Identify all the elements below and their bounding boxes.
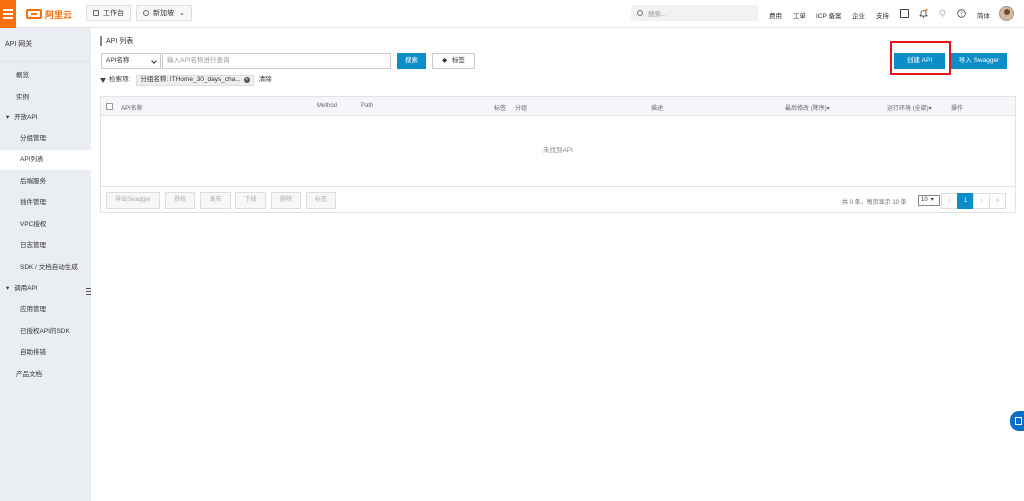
lightbulb-icon[interactable]: [938, 9, 947, 18]
bell-icon[interactable]: [919, 9, 928, 18]
publish-button[interactable]: 发布: [200, 192, 231, 209]
chevron-down-icon: ⌄: [179, 10, 185, 17]
col-group: 分组: [515, 106, 528, 112]
nav-icp[interactable]: ICP 备案: [816, 10, 842, 20]
page-title: API 列表: [100, 36, 133, 46]
sidebar-item-plugins[interactable]: 插件管理: [0, 193, 91, 213]
select-all-checkbox[interactable]: [106, 103, 113, 110]
pager-prev[interactable]: ‹: [941, 193, 958, 209]
offline-button[interactable]: 下线: [235, 192, 266, 209]
table-footer: 导出Swagger 授权 发布 下线 删除 标签 共 0 条，每页显示 10 条…: [101, 186, 1015, 212]
tag-bulk-button[interactable]: 标签: [306, 192, 336, 209]
screen-icon[interactable]: [900, 9, 909, 18]
chevron-down-icon: ▾: [930, 197, 934, 203]
tag-icon: ◆: [442, 57, 448, 64]
sidebar-item-vpc[interactable]: VPC授权: [0, 215, 91, 235]
svg-text:?: ?: [960, 12, 963, 18]
logo-mark-icon: [26, 9, 42, 19]
floating-help-button[interactable]: [1010, 411, 1024, 431]
col-tag: 标签: [494, 106, 507, 112]
sidebar-item-troubleshoot[interactable]: 自助排错: [0, 343, 91, 363]
col-api-name: API名称: [121, 106, 143, 112]
caret-down-icon: ▾: [6, 285, 10, 292]
nav-enterprise[interactable]: 企业: [852, 10, 865, 20]
empty-state: 未找到API: [543, 147, 573, 154]
sidebar-item-backend[interactable]: 后端服务: [0, 172, 91, 192]
export-swagger-button[interactable]: 导出Swagger: [106, 192, 160, 209]
highlight-box: [890, 41, 951, 75]
sidebar-item-logs[interactable]: 日志管理: [0, 236, 91, 256]
home-icon: [93, 10, 99, 16]
api-search-input[interactable]: 输入API名称进行查询: [162, 53, 391, 69]
col-env[interactable]: 运行环境 (全部)▾: [887, 103, 932, 112]
sidebar-group-open-api[interactable]: ▾ 开放API: [0, 108, 91, 128]
caret-down-icon: ▾: [6, 114, 10, 121]
nav-ticket[interactable]: 工单: [793, 10, 806, 20]
filter-icon: [100, 77, 106, 83]
tag-button[interactable]: ◆ 标签: [432, 53, 475, 69]
filter-row: 检索项: 分组名称: ITHome_30_days_cha... × 清除: [100, 74, 272, 86]
page-size-select[interactable]: 10 ▾: [918, 195, 940, 206]
sidebar-item-authorized-sdk[interactable]: 已授权API的SDK: [0, 322, 91, 342]
region-selector[interactable]: 新加坡 ⌄: [136, 5, 192, 21]
avatar[interactable]: [999, 6, 1014, 21]
sidebar-item-group-mgmt[interactable]: 分组管理: [0, 129, 91, 149]
sidebar-title: API 网关: [0, 28, 91, 62]
sidebar-item-overview[interactable]: 概览: [0, 66, 91, 86]
col-description: 描述: [651, 106, 664, 112]
filter-chip[interactable]: 分组名称: ITHome_30_days_cha... ×: [136, 74, 254, 86]
nav-support[interactable]: 支持: [876, 10, 889, 20]
pager-page-1[interactable]: 1: [957, 193, 974, 209]
col-last-modified[interactable]: 最后修改 (降序)▾: [785, 103, 830, 112]
workbench-button[interactable]: 工作台: [86, 5, 131, 21]
pager-last[interactable]: »: [989, 193, 1006, 209]
clear-filter-link[interactable]: 清除: [259, 74, 272, 86]
sidebar-item-docs[interactable]: 产品文档: [0, 365, 91, 385]
main-content: API 列表 API名称 输入API名称进行查询 搜索 ◆ 标签 创建 API …: [91, 28, 1024, 501]
location-icon: [143, 10, 149, 16]
chevron-down-icon: [151, 58, 157, 64]
authorize-button[interactable]: 授权: [165, 192, 195, 209]
caret-down-icon: ▾: [928, 106, 932, 112]
sidebar: API 网关 概览 实例 ▾ 开放API 分组管理 API列表 后端服务 插件管…: [0, 28, 91, 501]
top-navbar: 阿里云 工作台 新加坡 ⌄ 搜索... 费用 工单 ICP 备案 企业 支持 ?…: [0, 0, 1024, 28]
search-icon: [637, 10, 643, 16]
sidebar-item-sdk-docs[interactable]: SDK / 文档自动生成: [0, 258, 91, 278]
nav-billing[interactable]: 费用: [769, 10, 782, 20]
delete-button[interactable]: 删除: [271, 192, 301, 209]
help-icon[interactable]: ?: [957, 9, 966, 18]
api-table: API名称 Method Path 标签 分组 描述 最后修改 (降序)▾ 运行…: [100, 96, 1016, 213]
table-header: API名称 Method Path 标签 分组 描述 最后修改 (降序)▾ 运行…: [101, 97, 1015, 116]
close-icon[interactable]: ×: [243, 77, 250, 83]
search-button[interactable]: 搜索: [397, 53, 426, 69]
sidebar-item-apps[interactable]: 应用管理: [0, 300, 91, 320]
sidebar-item-api-list[interactable]: API列表: [0, 150, 91, 170]
top-search-input[interactable]: 搜索...: [631, 5, 758, 21]
pager-next[interactable]: ›: [973, 193, 990, 209]
import-swagger-button[interactable]: 导入 Swagger: [951, 53, 1007, 69]
pager-info: 共 0 条，每页显示 10 条: [842, 200, 907, 206]
col-operations: 操作: [951, 106, 964, 112]
caret-down-icon: ▾: [826, 106, 830, 112]
sidebar-item-instances[interactable]: 实例: [0, 88, 91, 108]
language-switch[interactable]: 简体: [977, 10, 990, 20]
aliyun-logo[interactable]: 阿里云: [26, 8, 72, 20]
chat-icon: [1015, 417, 1022, 425]
menu-icon[interactable]: [0, 0, 16, 28]
sidebar-group-call-api[interactable]: ▾ 调用API: [0, 279, 91, 299]
col-method: Method: [317, 103, 338, 109]
col-path: Path: [361, 103, 374, 109]
search-field-select[interactable]: API名称: [101, 53, 161, 69]
